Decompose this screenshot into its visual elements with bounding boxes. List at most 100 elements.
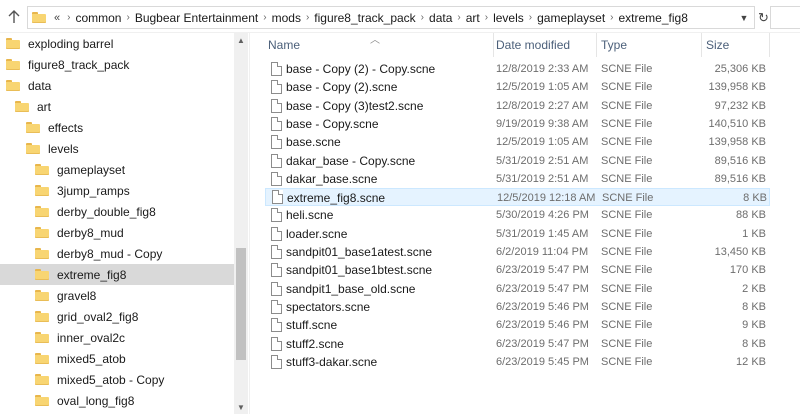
column-divider[interactable]	[596, 33, 597, 57]
scroll-up-icon[interactable]: ▲	[234, 33, 248, 47]
file-type: SCNE File	[602, 192, 654, 205]
file-row[interactable]: stuff3-dakar.scne 6/23/2019 5:45 PM SCNE F…	[265, 353, 770, 371]
nav-folder-label: derby8_mud - Copy	[57, 246, 163, 261]
nav-folder-label: figure8_track_pack	[28, 57, 130, 72]
nav-folder-item[interactable]: inner_oval2c	[0, 327, 234, 348]
nav-folder-item[interactable]: mixed5_atob - Copy	[0, 369, 234, 390]
breadcrumb-item[interactable]: figure8_track_pack	[314, 11, 415, 25]
file-icon	[271, 80, 282, 95]
nav-folder-item[interactable]: levels	[0, 138, 234, 159]
refresh-icon[interactable]: ↻	[757, 6, 770, 29]
breadcrumb-item[interactable]: gameplayset	[537, 11, 605, 25]
file-row[interactable]: spectators.scne 6/23/2019 5:46 PM SCNE Fil…	[265, 298, 770, 316]
chevron-down-icon[interactable]: ▼	[738, 11, 750, 25]
nav-folder-item[interactable]: figure8_track_pack	[0, 54, 234, 75]
file-type: SCNE File	[601, 154, 653, 167]
file-type: SCNE File	[601, 172, 653, 185]
nav-folder-label: oval_long_fig8	[57, 393, 135, 408]
breadcrumb-separator-icon[interactable]: ›	[610, 12, 613, 23]
nav-folder-label: exploding barrel	[28, 36, 114, 51]
breadcrumb-overflow-button[interactable]: «	[54, 12, 60, 24]
column-header-date[interactable]: Date modified	[496, 33, 570, 57]
nav-folder-label: data	[28, 78, 52, 93]
file-row[interactable]: sandpit1_base_old.scne 6/23/2019 5:47 PM S…	[265, 280, 770, 298]
scroll-down-icon[interactable]: ▼	[234, 400, 248, 414]
file-row[interactable]: dakar_base.scne 5/31/2019 2:51 AM SCNE Fil…	[265, 170, 770, 188]
breadcrumb-separator-icon[interactable]: ›	[457, 12, 460, 23]
nav-folder-label: extreme_fig8	[57, 267, 127, 282]
file-name: base - Copy (2) - Copy.scne	[286, 62, 436, 76]
address-bar-area: « › common › Bugbear Entertainment › mods › fig…	[0, 0, 800, 33]
column-header-size[interactable]: Size	[706, 33, 729, 57]
file-name: sandpit01_base1btest.scne	[286, 263, 433, 278]
file-row[interactable]: heli.scne 5/30/2019 4:26 PM SCNE File 88 KB	[265, 206, 770, 224]
up-button[interactable]	[4, 6, 24, 28]
file-row[interactable]: extreme_fig8.scne 12/5/2019 12:18 AM SCNE …	[265, 188, 770, 207]
breadcrumb-item[interactable]: Bugbear Entertainment	[135, 11, 258, 25]
breadcrumb-item[interactable]: common	[75, 11, 121, 25]
file-row[interactable]: base.scne 12/5/2019 1:05 AM SCNE File 139,9…	[265, 133, 770, 151]
file-row[interactable]: sandpit01_base1btest.scne 6/23/2019 5:47 …	[265, 261, 770, 279]
file-name: base - Copy (2).scne	[286, 80, 398, 95]
file-icon	[271, 171, 282, 186]
scrollbar-thumb[interactable]	[236, 248, 246, 360]
file-row[interactable]: sandpit01_base1atest.scne 6/2/2019 11:04 …	[265, 243, 770, 261]
nav-folder-item[interactable]: art	[0, 96, 234, 117]
file-icon	[271, 98, 282, 113]
breadcrumb-item[interactable]: art	[466, 11, 480, 25]
column-divider[interactable]	[769, 33, 770, 57]
file-row[interactable]: base - Copy (2) - Copy.scne 12/8/2019 2:3…	[265, 60, 770, 78]
column-date-label: Date modified	[496, 38, 571, 52]
file-name: dakar_base.scne	[286, 171, 378, 186]
file-size: 8 KB	[743, 192, 767, 205]
nav-folder-item[interactable]: mixed5_atob	[0, 348, 234, 369]
nav-folder-item[interactable]: derby8_mud	[0, 222, 234, 243]
breadcrumb-separator-icon[interactable]: ›	[485, 12, 488, 23]
nav-folder-item[interactable]: derby_double_fig8	[0, 201, 234, 222]
file-size: 139,958 KB	[708, 81, 767, 94]
file-type: SCNE File	[601, 355, 653, 368]
file-row[interactable]: stuff.scne 6/23/2019 5:46 PM SCNE File 9 KB	[265, 316, 770, 334]
file-type: SCNE File	[601, 246, 653, 258]
breadcrumb-separator-icon[interactable]: ›	[306, 12, 309, 23]
column-header-name[interactable]: Name	[268, 33, 300, 57]
file-size: 8 KB	[742, 300, 766, 313]
file-type: SCNE File	[601, 337, 653, 350]
nav-scrollbar[interactable]: ▲ ▼	[234, 33, 248, 414]
breadcrumb-separator-icon[interactable]: ›	[421, 12, 424, 23]
nav-folder-item[interactable]: gameplayset	[0, 159, 234, 180]
nav-folder-item[interactable]: 3jump_ramps	[0, 180, 234, 201]
column-divider[interactable]	[493, 33, 494, 57]
breadcrumb-separator-icon[interactable]: ›	[126, 12, 129, 23]
file-type: SCNE File	[601, 81, 653, 94]
nav-folder-item[interactable]: effects	[0, 117, 234, 138]
file-row[interactable]: dakar_base - Copy.scne 5/31/2019 2:51 AM S…	[265, 152, 770, 170]
column-divider[interactable]	[701, 33, 702, 57]
nav-folder-item[interactable]: exploding barrel	[0, 33, 234, 54]
breadcrumb-item[interactable]: mods	[272, 11, 301, 25]
nav-folder-item[interactable]: data	[0, 75, 234, 96]
search-input[interactable]	[770, 6, 800, 29]
file-size: 9 KB	[742, 319, 766, 332]
nav-folder-item[interactable]: oval_long_fig8	[0, 390, 234, 411]
breadcrumb-separator-icon[interactable]: ›	[529, 12, 532, 23]
breadcrumb-separator-icon[interactable]: ›	[67, 12, 70, 23]
file-row[interactable]: stuff2.scne 6/23/2019 5:47 PM SCNE File 8 K…	[265, 335, 770, 353]
breadcrumb-item[interactable]: data	[429, 11, 452, 25]
nav-folder-item[interactable]: gravel8	[0, 285, 234, 306]
column-header-type[interactable]: Type	[601, 33, 627, 57]
nav-folder-item[interactable]: derby8_mud - Copy	[0, 243, 234, 264]
file-icon	[271, 299, 282, 314]
nav-folder-item[interactable]: extreme_fig8	[0, 264, 234, 285]
file-type: SCNE File	[601, 117, 653, 130]
breadcrumb-item[interactable]: extreme_fig8	[619, 11, 688, 25]
breadcrumb-separator-icon[interactable]: ›	[263, 12, 266, 23]
file-row[interactable]: base - Copy (2).scne 12/5/2019 1:05 AM SCN…	[265, 78, 770, 96]
address-field[interactable]: « › common › Bugbear Entertainment › mods › fig…	[27, 6, 755, 29]
file-row[interactable]: base - Copy (3)test2.scne 12/8/2019 2:27 …	[265, 97, 770, 115]
nav-folder-item[interactable]: grid_oval2_fig8	[0, 306, 234, 327]
breadcrumb-item[interactable]: levels	[493, 11, 524, 25]
file-list: Name ︿ Date modified Type Size base - Co…	[250, 33, 800, 414]
file-row[interactable]: loader.scne 5/31/2019 1:45 AM SCNE File 1 K…	[265, 225, 770, 243]
file-row[interactable]: base - Copy.scne 9/19/2019 9:38 AM SCNE Fi…	[265, 115, 770, 133]
